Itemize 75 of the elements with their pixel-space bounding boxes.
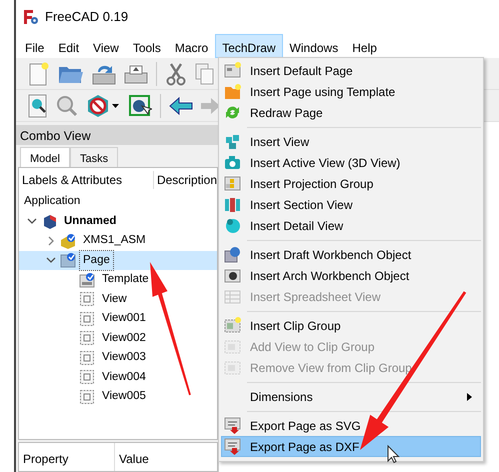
property-header: Property Value [18, 442, 218, 472]
menu-item[interactable]: Macro [168, 34, 216, 58]
menu-item[interactable]: Export Page as SVG [221, 415, 481, 436]
zoom-icon[interactable] [56, 94, 78, 116]
view-icon [79, 369, 95, 386]
draft-icon [224, 246, 241, 263]
frame-icon [224, 317, 241, 334]
view-icon [79, 330, 95, 346]
menu-item[interactable]: Insert Active View (3D View) [221, 152, 481, 173]
tree-item[interactable]: View002 [19, 328, 217, 348]
tree-item[interactable]: Template [19, 270, 217, 290]
column-header[interactable]: Description [152, 171, 217, 189]
tree-item[interactable]: View [19, 290, 217, 309]
frame-icon [224, 359, 241, 376]
cubes-icon [224, 133, 241, 150]
tab[interactable]: Tasks [70, 147, 118, 167]
menu-item[interactable]: Insert Draft Workbench Object [221, 244, 481, 265]
template-icon [79, 272, 95, 288]
view-icon [79, 350, 95, 366]
menu-item[interactable]: Insert Page using Template [221, 81, 481, 102]
print-icon[interactable] [124, 62, 148, 84]
grid-icon [224, 175, 241, 192]
tree-item[interactable]: View004 [19, 368, 217, 387]
tree-item[interactable]: Application [19, 192, 217, 212]
window-title: FreeCAD 0.19 [45, 8, 128, 26]
document-icon [41, 213, 57, 230]
mouse-pointer-icon [388, 444, 400, 464]
view-icon [79, 388, 95, 405]
part-icon [60, 232, 76, 249]
tab[interactable]: Model [20, 147, 70, 167]
menu-item[interactable]: Insert Clip Group [221, 315, 481, 336]
menu-item[interactable]: Tools [126, 34, 168, 58]
panel-title: Combo View [16, 125, 218, 145]
menu-item[interactable]: TechDraw [215, 34, 283, 58]
export-icon [224, 438, 241, 455]
view-icon [79, 310, 95, 327]
menu-item[interactable]: Dimensions [221, 386, 481, 407]
menu-item[interactable]: File [18, 34, 52, 58]
page-icon [224, 62, 241, 79]
tree-item[interactable]: XMS1_ASM [19, 231, 217, 250]
tree-item[interactable]: Unnamed [19, 212, 217, 231]
fit-all-icon[interactable] [28, 94, 48, 118]
submenu-arrow-icon [467, 392, 472, 400]
refresh-icon [224, 104, 241, 121]
cut-icon[interactable] [165, 62, 187, 86]
table-icon [224, 288, 241, 305]
app-logo-icon [23, 9, 39, 25]
folder-icon [224, 83, 241, 100]
new-document-icon[interactable] [28, 62, 50, 86]
tree-item[interactable]: View001 [19, 309, 217, 328]
frame-icon [224, 338, 241, 355]
menu-item[interactable]: Insert Arch Workbench Object [221, 265, 481, 286]
camera-icon [224, 154, 241, 171]
tree-item[interactable]: View003 [19, 348, 217, 368]
column-header[interactable]: Labels & Attributes [19, 171, 153, 189]
menu-item[interactable]: Insert Detail View [221, 215, 481, 236]
menu-item[interactable]: Insert Section View [221, 194, 481, 215]
view-icon [79, 291, 95, 308]
box-selection-icon[interactable] [128, 94, 152, 118]
menu-item[interactable]: Export Page as DXF [221, 436, 481, 457]
menu-item[interactable]: Insert View [221, 131, 481, 152]
section-icon [224, 196, 241, 213]
export-icon [224, 417, 241, 434]
circle-icon [224, 217, 241, 234]
menu-item[interactable]: Edit [51, 34, 86, 58]
copy-icon[interactable] [195, 62, 215, 84]
menu-item[interactable]: View [86, 34, 126, 58]
back-arrow-icon[interactable] [169, 96, 193, 116]
no-entry-icon[interactable] [86, 94, 120, 118]
page-icon [60, 252, 76, 268]
menu-item[interactable]: Windows [282, 34, 346, 58]
menu-item[interactable]: Insert Projection Group [221, 173, 481, 194]
tree-item[interactable]: View005 [19, 387, 217, 406]
tree-item[interactable]: Page [19, 250, 217, 270]
menu-item[interactable]: Help [345, 34, 384, 58]
